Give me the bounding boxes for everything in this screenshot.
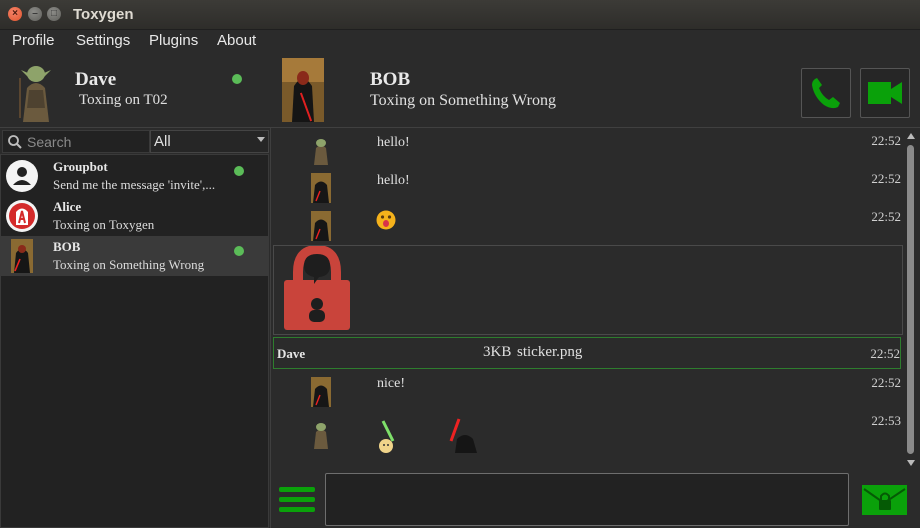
- vader-avatar-icon: [311, 211, 331, 241]
- yoda-avatar-icon: [314, 139, 328, 165]
- alice-avatar-icon: [6, 200, 38, 232]
- close-window-button[interactable]: ×: [8, 7, 22, 21]
- header-divider: [0, 127, 920, 128]
- vader-avatar-icon: [311, 173, 331, 203]
- minimize-window-button[interactable]: –: [28, 7, 42, 21]
- file-time: 22:52: [870, 346, 900, 361]
- file-transfer-row[interactable]: Dave 3KB sticker.png 22:52: [273, 337, 901, 369]
- contact-status: Toxing on Toxygen: [53, 217, 155, 232]
- message-text: hello!: [377, 135, 410, 150]
- message-row[interactable]: 22:52: [271, 205, 904, 243]
- message-input[interactable]: [325, 473, 849, 526]
- scroll-up-icon[interactable]: [907, 133, 915, 139]
- tongue-emoji-icon: [376, 210, 396, 230]
- self-name[interactable]: Dave: [75, 69, 116, 91]
- red-lightsaber-sticker-icon: [449, 418, 477, 453]
- contact-list: Groupbot Send me the message 'invite',..…: [0, 154, 269, 528]
- hamburger-menu-icon[interactable]: [279, 485, 315, 515]
- padlock-sticker-icon: [284, 246, 350, 330]
- message-row[interactable]: nice! 22:52: [271, 371, 904, 409]
- audio-call-button[interactable]: [801, 68, 851, 118]
- message-text: nice!: [377, 376, 405, 391]
- scroll-thumb[interactable]: [907, 145, 914, 454]
- default-user-icon: [6, 160, 38, 192]
- contact-avatar: [282, 58, 324, 122]
- message-time: 22:52: [871, 375, 901, 390]
- menu-profile[interactable]: Profile: [12, 32, 55, 49]
- contact-filter-value: All: [154, 133, 171, 150]
- message-row[interactable]: 22:53: [271, 409, 904, 459]
- contact-name: BOB: [53, 239, 81, 254]
- online-indicator: [234, 166, 244, 176]
- title-bar: × – □ Toxygen: [0, 0, 920, 30]
- window-title: Toxygen: [73, 6, 134, 23]
- yoda-avatar-icon: [314, 423, 328, 449]
- contact-status: Toxing on Something Wrong: [53, 257, 205, 272]
- maximize-window-button[interactable]: □: [47, 7, 61, 21]
- contact-name: BOB: [370, 69, 411, 90]
- message-row[interactable]: hello! 22:52: [271, 129, 904, 167]
- search-input[interactable]: [27, 133, 145, 150]
- contact-filter-select[interactable]: All: [150, 130, 269, 153]
- contact-item-bob[interactable]: BOB Toxing on Something Wrong: [1, 236, 268, 276]
- video-camera-icon: [868, 82, 902, 104]
- video-call-button[interactable]: [860, 68, 910, 118]
- message-time: 22:52: [871, 171, 901, 186]
- self-avatar[interactable]: [15, 58, 57, 122]
- contact-status: Send me the message 'invite',...: [53, 177, 216, 192]
- send-envelope-icon[interactable]: [862, 485, 907, 515]
- search-icon: [8, 135, 22, 149]
- file-name[interactable]: sticker.png: [517, 344, 582, 361]
- message-time: 22:52: [871, 133, 901, 148]
- message-time: 22:52: [871, 209, 901, 224]
- contact-name: Groupbot: [53, 159, 108, 174]
- menu-bar: Profile Settings Plugins About: [0, 30, 920, 54]
- contact-item-alice[interactable]: Alice Toxing on Toxygen: [1, 196, 268, 236]
- contact-item-groupbot[interactable]: Groupbot Send me the message 'invite',..…: [1, 156, 268, 196]
- message-scrollbar[interactable]: [904, 129, 918, 470]
- file-size: 3KB: [483, 344, 512, 360]
- phone-icon: [812, 78, 840, 109]
- search-box[interactable]: [2, 130, 150, 153]
- self-online-indicator: [232, 74, 242, 84]
- message-history[interactable]: hello! 22:52 hello! 22:52 22:52 Dave 3KB…: [271, 129, 904, 470]
- message-text: hello!: [377, 173, 410, 188]
- online-indicator: [234, 246, 244, 256]
- sticker-message[interactable]: [273, 245, 903, 335]
- contact-status-message: Toxing on Something Wrong: [370, 92, 556, 109]
- self-status-message[interactable]: Toxing on T02: [79, 92, 168, 109]
- scroll-down-icon[interactable]: [907, 460, 915, 466]
- vader-avatar-icon: [311, 377, 331, 407]
- green-lightsaber-sticker-icon: [379, 420, 395, 453]
- vader-avatar-icon: [11, 239, 33, 273]
- message-time: 22:53: [871, 413, 901, 428]
- contact-name: Alice: [53, 199, 82, 214]
- chevron-down-icon: [257, 137, 265, 142]
- menu-about[interactable]: About: [217, 32, 256, 49]
- menu-plugins[interactable]: Plugins: [149, 32, 198, 49]
- message-row[interactable]: hello! 22:52: [271, 167, 904, 205]
- menu-settings[interactable]: Settings: [76, 32, 130, 49]
- file-sender: Dave: [277, 346, 306, 361]
